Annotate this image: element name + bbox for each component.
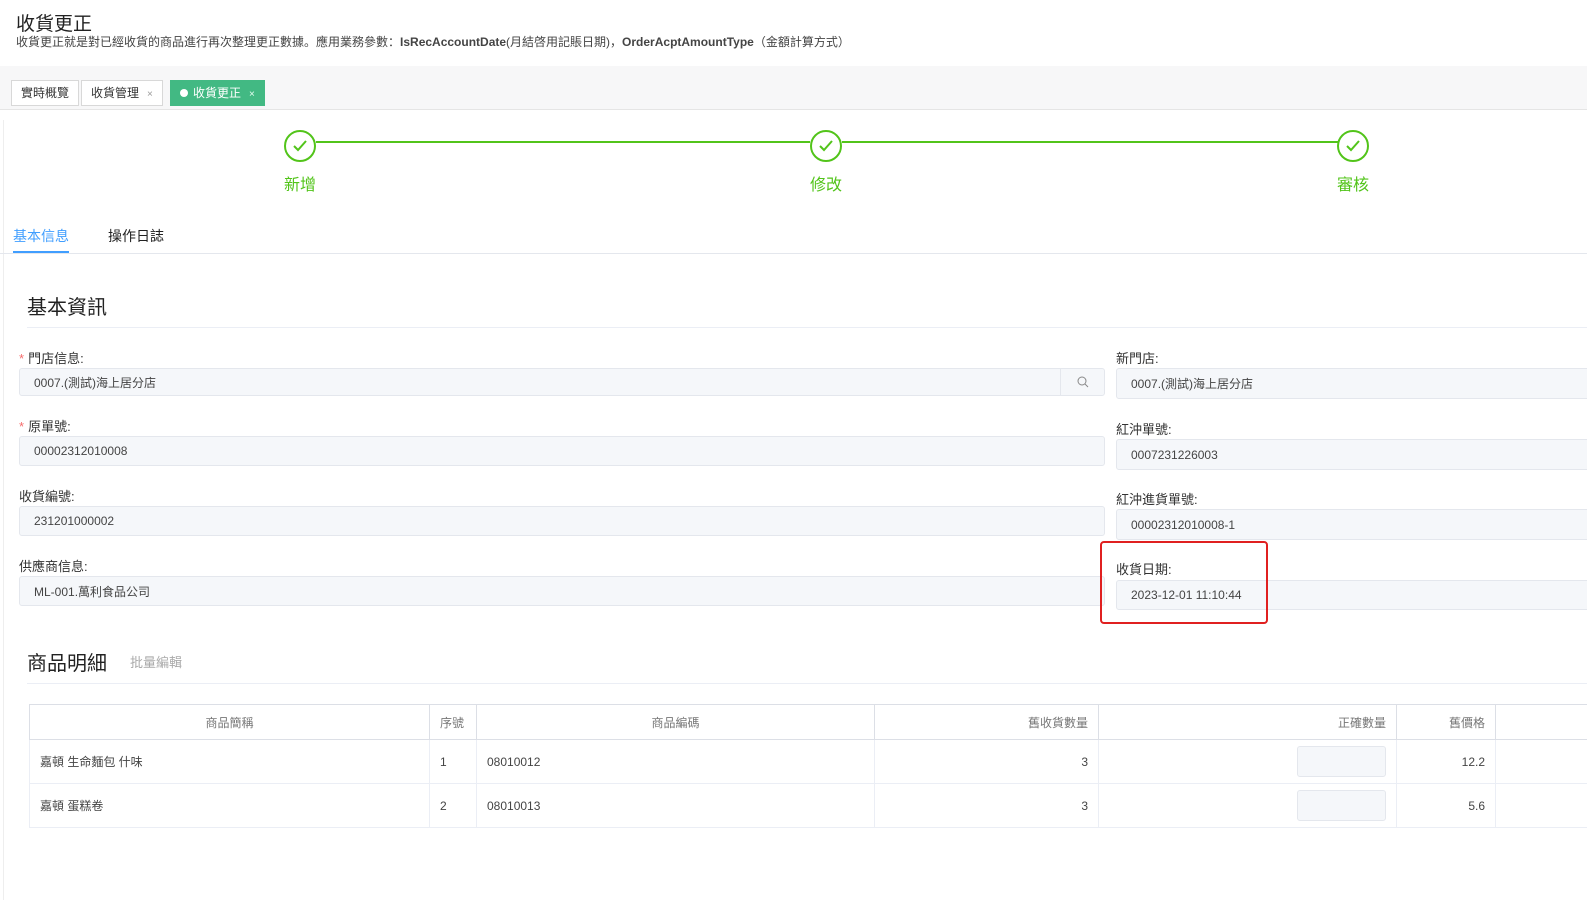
- red-no-label: 紅沖單號:: [1116, 422, 1172, 437]
- red-no-input[interactable]: 0007231226003: [1116, 439, 1587, 470]
- close-icon[interactable]: ×: [249, 89, 255, 100]
- table-row: 嘉頓 蛋糕卷 2 08010013 3 5.6: [29, 783, 1587, 828]
- tab-basic-info[interactable]: 基本信息: [13, 226, 69, 253]
- store-label: * 門店信息:: [19, 351, 84, 366]
- table-header: 商品簡稱 序號 商品編碼 舊收貨數量 正確數量 舊價格: [29, 704, 1587, 740]
- highlight-box: [1100, 541, 1268, 624]
- step-label: 修改: [809, 177, 842, 194]
- search-icon[interactable]: [1060, 369, 1104, 395]
- tab-realtime-overview[interactable]: 實時概覽: [11, 80, 80, 106]
- step-label: 新增: [283, 177, 316, 194]
- close-icon[interactable]: ×: [147, 89, 153, 100]
- goods-table: 商品簡稱 序號 商品編碼 舊收貨數量 正確數量 舊價格 嘉頓 生命麵包 什味 1…: [29, 704, 1587, 828]
- orig-no-label: * 原單號:: [19, 419, 71, 434]
- supplier-input[interactable]: ML-001.萬利食品公司: [19, 576, 1105, 606]
- orig-no-input[interactable]: 00002312010008: [19, 436, 1105, 466]
- page-description: 收貨更正就是對已經收貨的商品進行再次整理更正數據。應用業務參數：IsRecAcc…: [16, 35, 850, 49]
- active-dot-icon: [180, 89, 188, 97]
- check-icon: [1346, 140, 1360, 152]
- step-modify: [810, 130, 842, 162]
- step-label: 審核: [1336, 177, 1369, 194]
- tab-receiving-management[interactable]: 收貨管理 ×: [81, 80, 163, 106]
- step-add: [284, 130, 316, 162]
- step-connector: [316, 141, 810, 143]
- check-icon: [293, 140, 307, 152]
- red-in-no-input[interactable]: 00002312010008-1: [1116, 509, 1587, 540]
- step-connector: [842, 141, 1338, 143]
- section-title: 基本資訊: [27, 297, 107, 319]
- receipt-no-label: 收貨編號:: [19, 489, 75, 504]
- divider: [0, 253, 1587, 254]
- correct-qty-input[interactable]: [1297, 746, 1386, 777]
- tab-operation-log[interactable]: 操作日誌: [108, 226, 164, 246]
- section-title: 商品明細: [27, 653, 107, 675]
- new-store-input[interactable]: 0007.(測試)海上居分店: [1116, 368, 1587, 399]
- divider: [27, 683, 1587, 684]
- table-row: 嘉頓 生命麵包 什味 1 08010012 3 12.2: [29, 739, 1587, 784]
- correct-qty-input[interactable]: [1297, 790, 1386, 821]
- supplier-label: 供應商信息:: [19, 559, 88, 574]
- step-review: [1337, 130, 1369, 162]
- page-title: 收貨更正: [16, 14, 93, 35]
- store-input[interactable]: 0007.(測試)海上居分店: [19, 368, 1105, 396]
- receipt-no-input[interactable]: 231201000002: [19, 506, 1105, 536]
- check-icon: [819, 140, 833, 152]
- divider: [27, 327, 1587, 328]
- tab-receiving-correction[interactable]: 收貨更正 ×: [170, 80, 265, 106]
- new-store-label: 新門店:: [1116, 351, 1159, 366]
- batch-edit-button[interactable]: 批量編輯: [130, 652, 182, 671]
- red-in-no-label: 紅沖進貨單號:: [1116, 492, 1198, 507]
